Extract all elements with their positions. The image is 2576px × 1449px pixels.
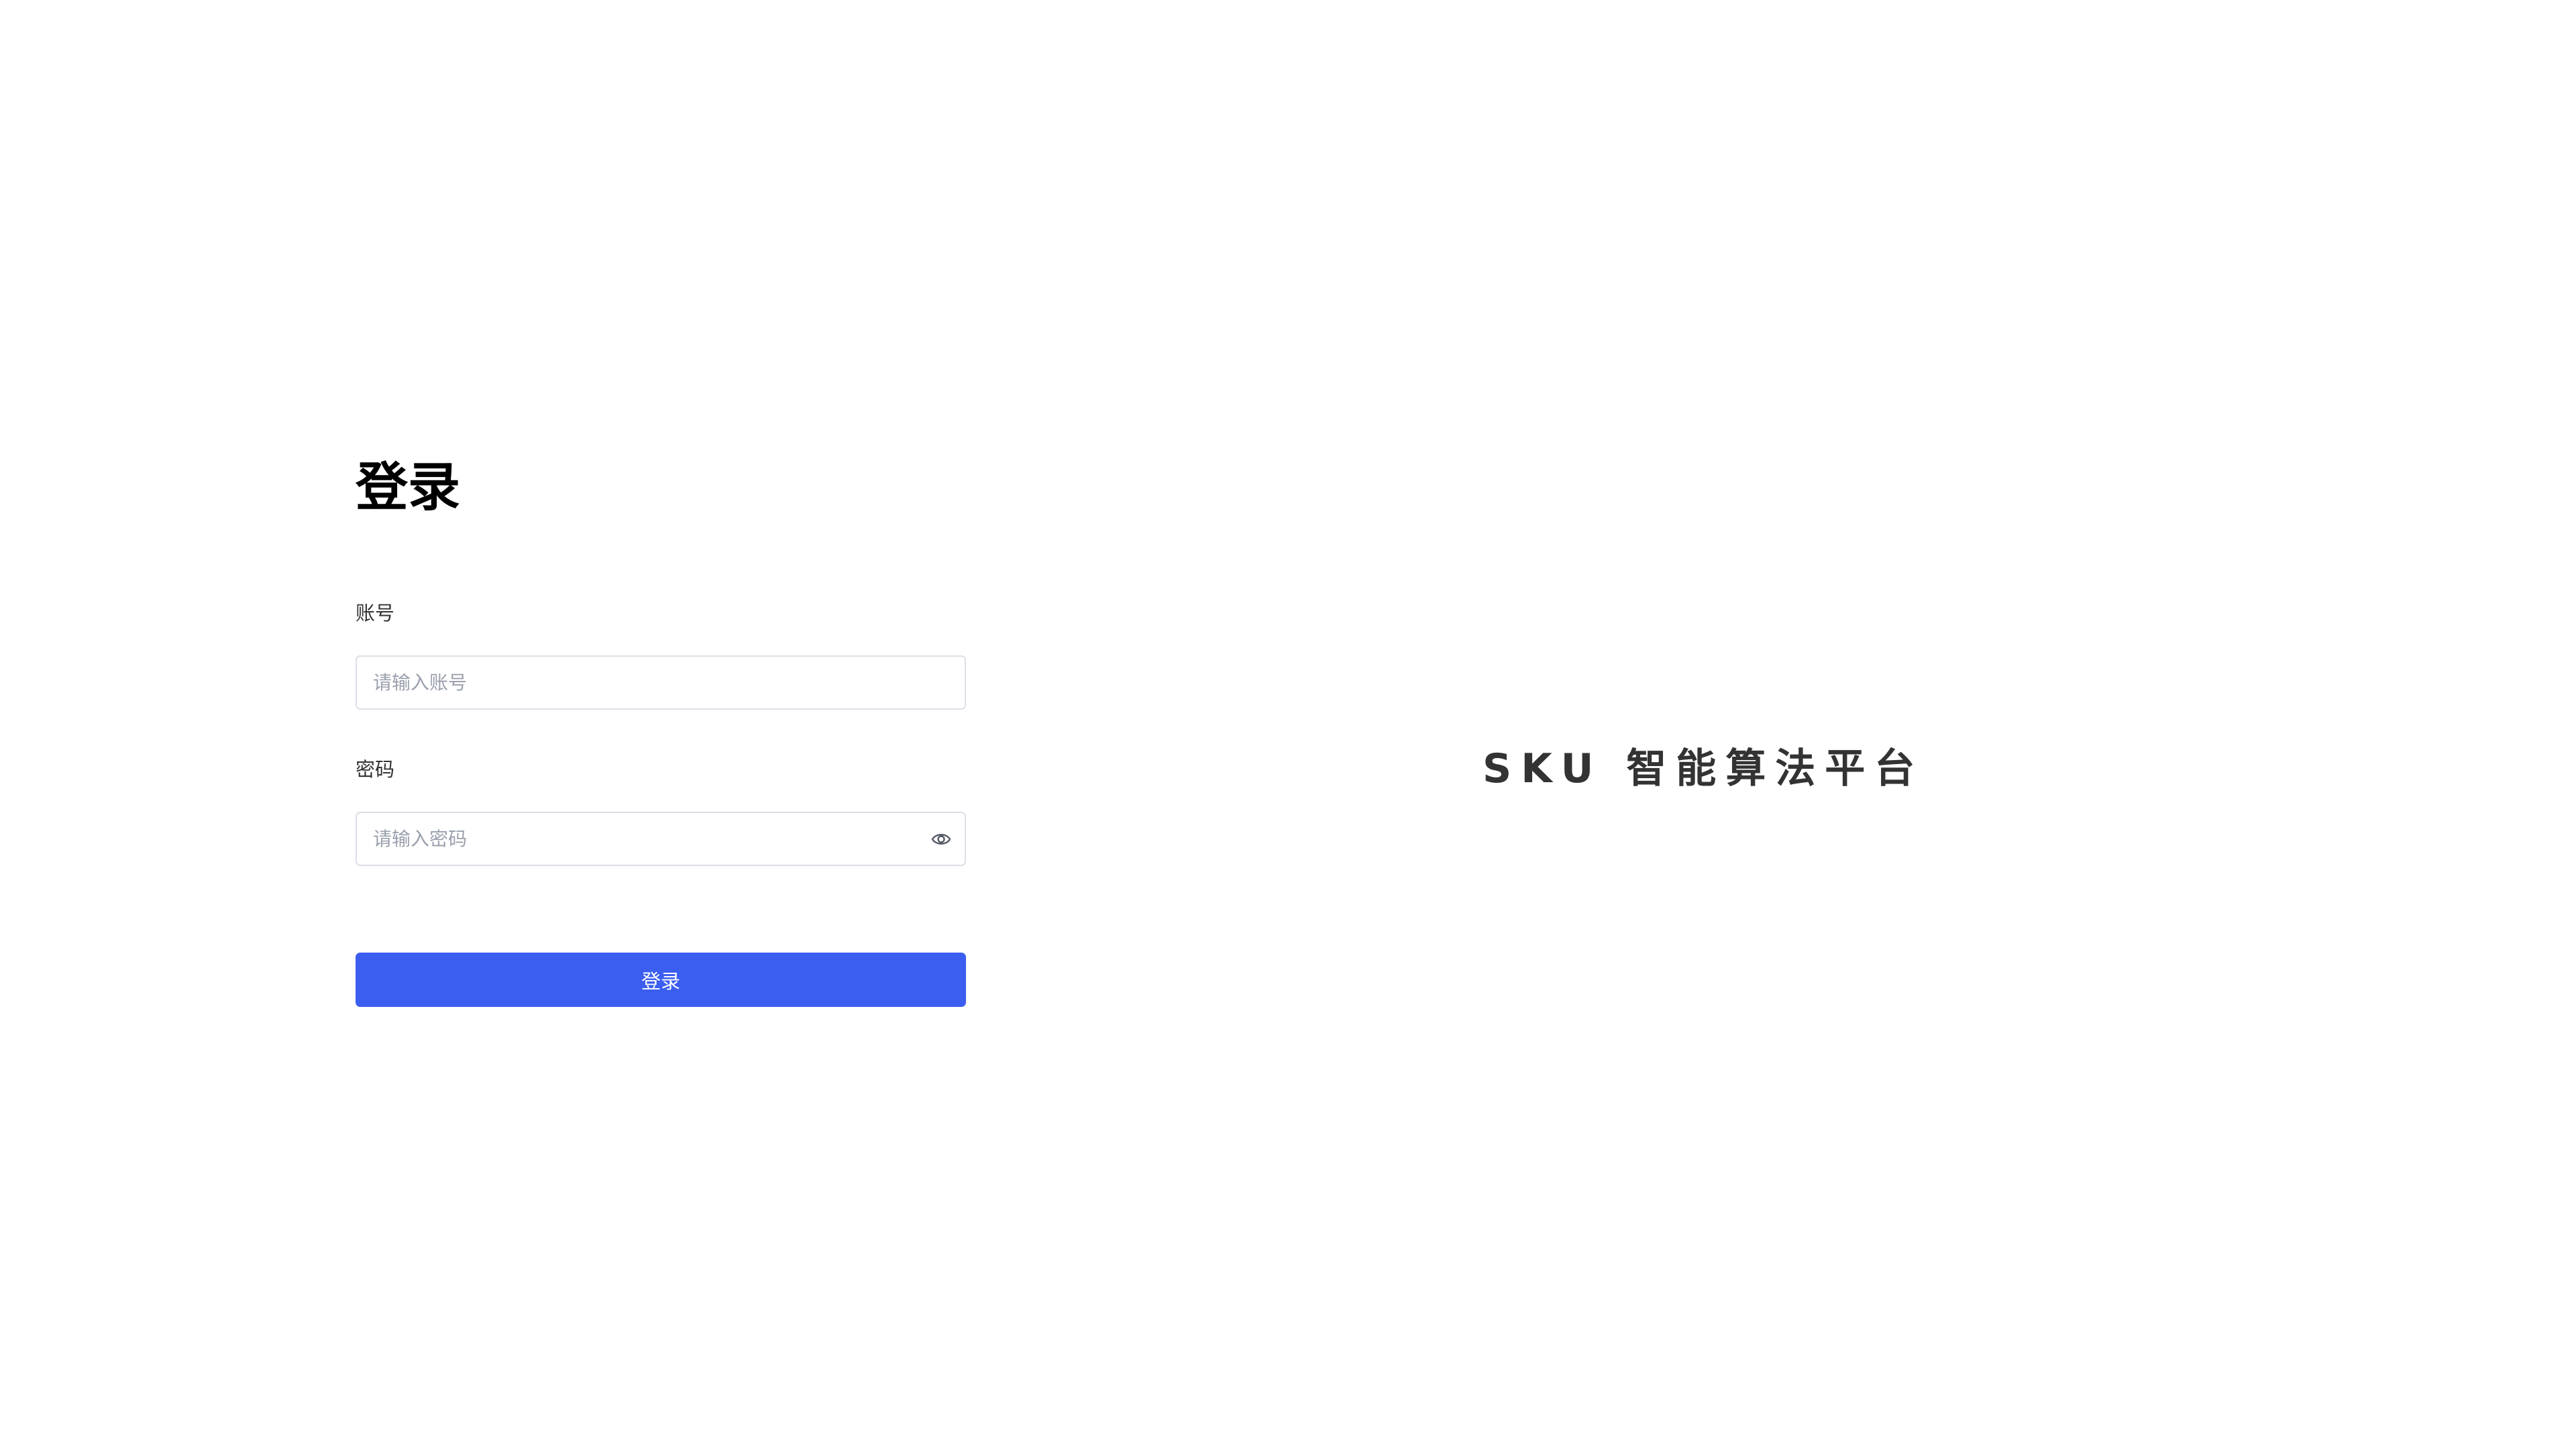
login-form: 登录 账号 密码 登录 [356,451,966,1007]
account-input[interactable] [373,657,923,708]
account-field[interactable] [356,655,966,710]
password-input[interactable] [373,813,923,865]
password-field[interactable] [356,812,966,866]
brand-title: SKU 智能算法平台 [1483,745,1925,792]
eye-icon[interactable] [931,830,951,848]
password-label: 密码 [356,758,395,781]
account-label: 账号 [356,602,395,625]
login-button[interactable]: 登录 [356,953,966,1007]
page-title: 登录 [356,458,461,518]
